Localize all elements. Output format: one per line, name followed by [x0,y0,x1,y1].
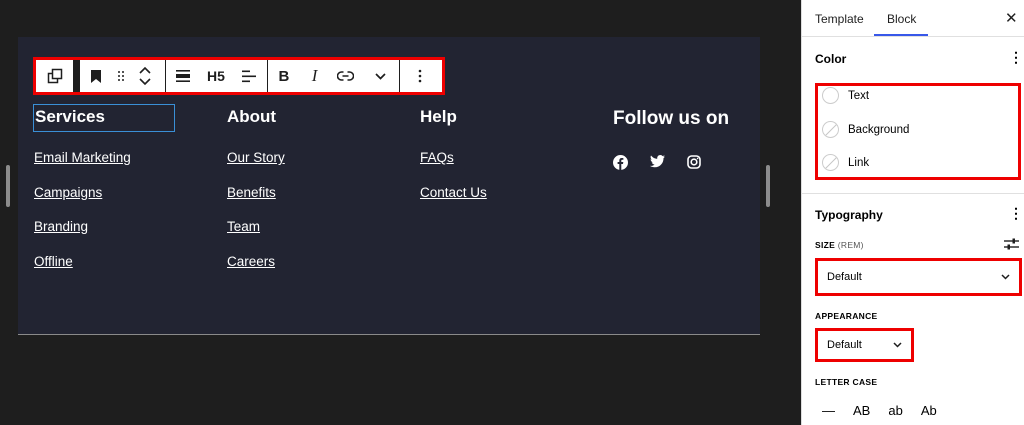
more-formats-button[interactable] [361,60,399,92]
footer-link[interactable]: Benefits [227,185,285,220]
font-size-value: Default [827,271,862,283]
footer-column-help: Help FAQs Contact Us [420,105,487,219]
kebab-menu-icon [418,69,422,83]
typography-options-icon[interactable]: ⋮ [1009,206,1023,220]
letter-case-options: — AB ab Ab [822,403,937,418]
bookmark-icon [91,69,101,83]
left-resize-handle[interactable] [6,165,10,207]
transform-block-button[interactable] [36,60,73,92]
bold-button[interactable]: B [268,60,300,92]
chevron-up-icon [139,66,151,74]
letter-case-lowercase-button[interactable]: ab [888,403,902,418]
footer-link[interactable]: Team [227,219,285,254]
appearance-select[interactable]: Default [815,328,914,362]
letter-case-uppercase-button[interactable]: AB [853,403,870,418]
letter-case-label: LETTER CASE [815,377,878,387]
facebook-icon[interactable] [613,155,628,170]
column-heading[interactable]: Services [33,104,175,132]
chevron-down-icon [893,342,902,348]
right-resize-handle[interactable] [766,165,770,207]
color-item-label: Text [848,89,870,102]
link-color-swatch [822,154,839,171]
footer-column-services: Services Email Marketing Campaigns Brand… [33,104,175,289]
footer-link[interactable]: Campaigns [34,185,174,220]
color-item-background[interactable]: Background [822,121,909,138]
background-color-swatch [822,121,839,138]
text-color-swatch [822,87,839,104]
social-icons [613,155,702,170]
typography-panel-title[interactable]: Typography [815,208,883,222]
close-icon[interactable]: ✕ [1005,9,1018,27]
duplicate-icon [47,68,62,84]
move-up-down-button[interactable] [130,60,160,92]
appearance-label: APPEARANCE [815,311,878,321]
footer-link[interactable]: Branding [34,219,174,254]
letter-case-none-button[interactable]: — [822,403,835,418]
footer-link[interactable]: Email Marketing [34,150,174,185]
block-type-button[interactable] [80,60,112,92]
canvas-divider [18,334,760,335]
column-heading[interactable]: About [227,105,285,131]
tab-template[interactable]: Template [815,12,864,26]
appearance-value: Default [827,339,862,351]
color-item-label: Background [848,123,910,136]
custom-size-icon[interactable] [1004,237,1019,251]
tab-block[interactable]: Block [887,12,916,26]
chevron-down-icon [375,72,386,80]
footer-link[interactable]: Offline [34,254,174,289]
drag-icon [118,71,124,81]
chevron-down-icon [139,78,151,86]
footer-link[interactable]: Careers [227,254,285,289]
twitter-icon[interactable] [650,155,665,170]
link-button[interactable] [330,60,362,92]
align-left-icon [242,70,256,82]
panel-divider [801,193,1024,194]
footer-link[interactable]: Contact Us [420,185,487,220]
italic-button[interactable]: I [300,60,330,92]
color-item-text[interactable]: Text [822,87,869,104]
chevron-down-icon [1001,274,1010,280]
size-label: SIZE (REM) [815,240,864,250]
footer-column-about: About Our Story Benefits Team Careers [227,105,285,288]
block-toolbar: H5 B I [33,57,445,95]
footer-link[interactable]: FAQs [420,150,487,185]
column-heading[interactable]: Help [420,105,487,131]
sidebar-tabs: Template Block ✕ [802,0,1024,37]
text-align-button[interactable] [232,60,266,92]
align-button[interactable] [166,60,200,92]
font-size-select[interactable]: Default [815,258,1022,296]
color-item-label: Link [848,156,870,169]
instagram-icon[interactable] [687,155,702,170]
letter-case-capitalize-button[interactable]: Ab [921,403,937,418]
block-options-button[interactable] [400,60,440,92]
color-options-icon[interactable]: ⋮ [1009,50,1023,64]
align-wide-icon [176,70,190,82]
active-tab-indicator [874,34,928,36]
link-icon [336,71,354,81]
follow-heading[interactable]: Follow us on [613,108,729,130]
color-item-link[interactable]: Link [822,154,869,171]
color-panel-title[interactable]: Color [815,52,846,66]
heading-level-button[interactable]: H5 [200,60,232,92]
footer-link[interactable]: Our Story [227,150,285,185]
drag-handle[interactable] [112,60,130,92]
